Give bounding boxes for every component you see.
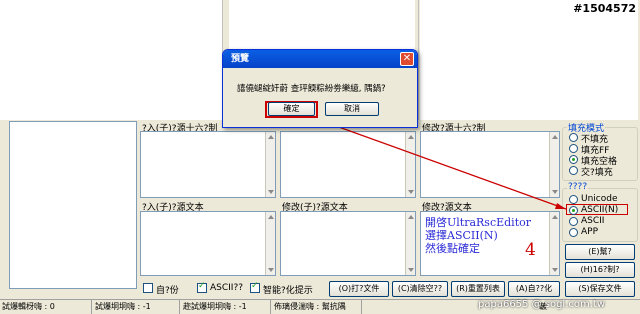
dialog-message: 譆僥螁綻奸蔚 查玶餪粽紛劵樂繶, 隅鍋? — [237, 84, 386, 94]
cancel-button[interactable]: 取消 — [325, 102, 379, 116]
dialog-title: 預覽 — [223, 50, 417, 68]
arrow-head — [555, 203, 566, 209]
close-icon[interactable]: ✕ — [400, 52, 414, 66]
ok-button[interactable]: 確定 — [268, 102, 315, 116]
confirm-dialog: 預覽 ✕ 譆僥螁綻奸蔚 查玶餪粽紛劵樂繶, 隅鍋? 確定 取消 — [222, 49, 418, 128]
annotation-arrow — [299, 112, 567, 210]
